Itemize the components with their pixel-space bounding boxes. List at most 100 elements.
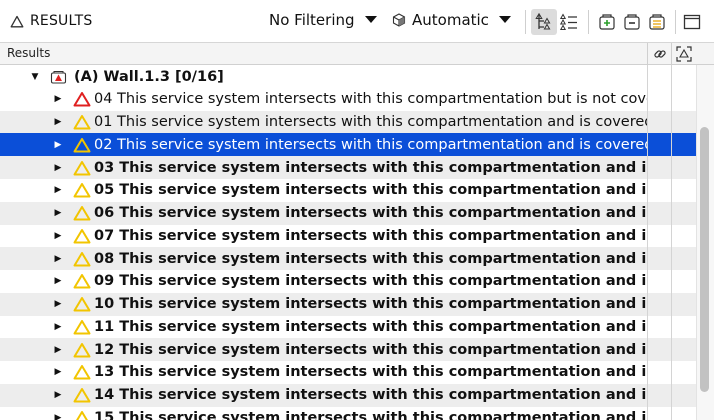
expand-arrow-right-icon[interactable]: ▶ (51, 390, 65, 400)
tree-row[interactable]: ▶ 07 This service system intersects with … (0, 224, 696, 247)
tree-row-label: 09 This service system intersects with t… (94, 273, 647, 290)
expand-arrow-right-icon[interactable]: ▶ (51, 276, 65, 286)
tree-view-icon (535, 13, 551, 30)
link-icon (653, 50, 666, 58)
expand-arrow-right-icon[interactable]: ▶ (51, 413, 65, 420)
results-toolbar: RESULTS No Filtering Automatic (0, 0, 714, 43)
tree-row[interactable]: ▶ 03 This service system intersects with … (0, 156, 696, 179)
results-tree[interactable]: ▼ (A) Wall.1.3 [0/16] ▶ 04 This service s… (0, 65, 696, 420)
tree-row-label: 13 This service system intersects with t… (94, 364, 647, 381)
cube-icon (392, 13, 406, 27)
tree-row-label: 02 This service system intersects with t… (94, 136, 647, 153)
list-view-icon (560, 13, 577, 30)
triangle-outline-icon (10, 15, 24, 27)
focus-column-header[interactable] (671, 43, 695, 65)
folder-group-icon (649, 14, 665, 30)
tree-row[interactable]: ▶ 15 This service system intersects with … (0, 406, 696, 420)
window-layout-icon (683, 14, 701, 30)
panel-title-text: RESULTS (30, 13, 93, 29)
warning-triangle-icon (71, 363, 93, 381)
add-group-button[interactable] (594, 9, 620, 35)
tree-row-label: 07 This service system intersects with t… (94, 227, 647, 244)
tree-row[interactable]: ▶ 08 This service system intersects with … (0, 247, 696, 270)
tree-row-label: 05 This service system intersects with t… (94, 182, 647, 199)
expand-arrow-right-icon[interactable]: ▶ (51, 322, 65, 332)
warning-triangle-icon (71, 250, 93, 268)
tree-row[interactable]: ▶ 05 This service system intersects with … (0, 179, 696, 202)
mode-dropdown[interactable]: Automatic (392, 11, 511, 29)
tree-row[interactable]: ▶ 09 This service system intersects with … (0, 270, 696, 293)
warning-triangle-icon (71, 295, 93, 313)
tree-row[interactable]: ▶ 02 This service system intersects with … (0, 133, 696, 157)
tree-row[interactable]: ▶ 10 This service system intersects with … (0, 292, 696, 316)
mode-dropdown-label: Automatic (412, 11, 489, 29)
warning-triangle-icon (71, 136, 93, 154)
tree-row-label: 03 This service system intersects with t… (94, 159, 647, 176)
tree-row[interactable]: ▶ 06 This service system intersects with … (0, 201, 696, 225)
toolbar-separator (675, 10, 676, 34)
window-layout-button[interactable] (679, 9, 705, 35)
expand-arrow-right-icon[interactable]: ▶ (51, 185, 65, 195)
tree-view-button[interactable] (531, 9, 557, 35)
tree-row[interactable]: ▶ 11 This service system intersects with … (0, 315, 696, 338)
tree-group-row[interactable]: ▼ (A) Wall.1.3 [0/16] (0, 65, 696, 88)
expand-arrow-right-icon[interactable]: ▶ (51, 367, 65, 377)
panel-title: RESULTS (10, 13, 92, 29)
warning-triangle-icon (71, 409, 93, 420)
link-column-header[interactable] (647, 43, 671, 65)
expand-arrow-right-icon[interactable]: ▶ (51, 208, 65, 218)
expand-arrow-right-icon[interactable]: ▶ (51, 163, 65, 173)
add-group-icon (599, 14, 615, 30)
group-icon (48, 68, 70, 86)
tree-row-label: 15 This service system intersects with t… (94, 409, 647, 420)
results-column-label: Results (7, 46, 51, 60)
expand-arrow-right-icon[interactable]: ▶ (51, 254, 65, 264)
filter-dropdown-label: No Filtering (269, 11, 355, 29)
scrollbar-thumb[interactable] (700, 127, 709, 392)
toolbar-separator (588, 10, 589, 34)
expand-arrow-right-icon[interactable]: ▶ (51, 299, 65, 309)
warning-triangle-icon (71, 181, 93, 199)
tree-row-label: 01 This service system intersects with t… (94, 114, 647, 130)
warning-triangle-icon (71, 341, 93, 359)
tree-row-label: 14 This service system intersects with t… (94, 387, 647, 403)
remove-group-icon (624, 14, 640, 30)
tree-row[interactable]: ▶ 04 This service system intersects with … (0, 88, 696, 111)
expand-arrow-right-icon[interactable]: ▶ (51, 345, 65, 355)
expand-arrow-right-icon[interactable]: ▶ (51, 140, 65, 150)
warning-triangle-icon (71, 113, 93, 131)
expand-arrow-right-icon[interactable]: ▶ (51, 231, 65, 241)
tree-row-label: 12 This service system intersects with t… (94, 341, 647, 358)
chevron-down-icon (498, 16, 511, 23)
vertical-scrollbar[interactable] (696, 65, 714, 420)
remove-group-button[interactable] (619, 9, 645, 35)
tree-row[interactable]: ▶ 14 This service system intersects with … (0, 383, 696, 407)
results-column-header: Results (0, 43, 714, 65)
tree-group-label: (A) Wall.1.3 [0/16] (74, 68, 224, 85)
warning-triangle-icon (71, 227, 93, 245)
warning-triangle-icon (71, 204, 93, 222)
column-divider (647, 65, 648, 420)
list-view-button[interactable] (556, 9, 582, 35)
tree-row-label: 11 This service system intersects with t… (94, 318, 647, 335)
tree-row-label: 08 This service system intersects with t… (94, 250, 647, 267)
expand-arrow-down-icon[interactable]: ▼ (28, 72, 42, 82)
warning-triangle-icon (71, 318, 93, 336)
tree-row-label: 04 This service system intersects with t… (94, 91, 647, 108)
chevron-down-icon (364, 16, 377, 23)
tree-row[interactable]: ▶ 12 This service system intersects with … (0, 338, 696, 361)
folder-group-button[interactable] (644, 9, 670, 35)
warning-triangle-icon (71, 386, 93, 404)
column-divider (671, 65, 672, 420)
filter-dropdown[interactable]: No Filtering (269, 11, 377, 29)
tree-row-label: 10 This service system intersects with t… (94, 296, 647, 312)
tree-row[interactable]: ▶ 13 This service system intersects with … (0, 361, 696, 384)
expand-arrow-right-icon[interactable]: ▶ (51, 94, 65, 104)
error-triangle-icon (71, 90, 93, 108)
tree-row[interactable]: ▶ 01 This service system intersects with … (0, 110, 696, 134)
toolbar-separator (525, 10, 526, 34)
tree-row-label: 06 This service system intersects with t… (94, 205, 647, 221)
warning-triangle-icon (71, 272, 93, 290)
expand-arrow-right-icon[interactable]: ▶ (51, 117, 65, 127)
warning-triangle-icon (71, 159, 93, 177)
